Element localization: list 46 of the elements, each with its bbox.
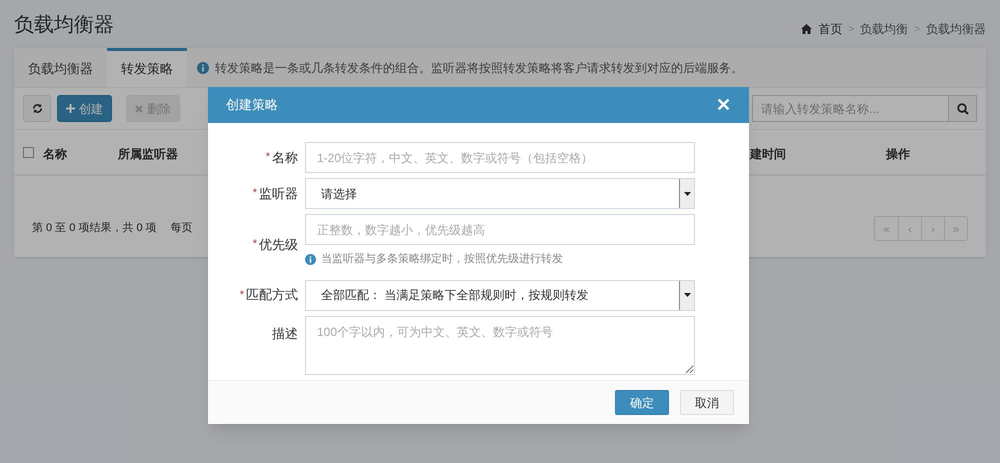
- breadcrumb-link[interactable]: 首页: [818, 20, 842, 38]
- refresh-button[interactable]: [23, 95, 51, 122]
- column-header: 所属监听器: [118, 146, 178, 163]
- tab[interactable]: 转发策略: [107, 48, 187, 87]
- breadcrumb-link[interactable]: 负载均衡: [860, 20, 908, 38]
- select-field[interactable]: 全部匹配： 当满足策略下全部规则时，按规则转发: [305, 280, 695, 310]
- select-field[interactable]: 请选择: [305, 178, 695, 209]
- required-asterisk: *: [252, 237, 257, 252]
- field-label: 优先级: [259, 236, 298, 254]
- close-button[interactable]: ✕: [716, 96, 731, 114]
- column-header: 操作: [886, 146, 910, 163]
- field-label: 监听器: [259, 184, 298, 203]
- info-icon: [305, 254, 316, 265]
- dialog-title: 创建策略: [226, 96, 278, 114]
- column-header: 名称: [43, 146, 67, 163]
- page-title: 负载均衡器: [14, 13, 114, 38]
- field-label: 名称: [272, 148, 298, 167]
- search-field[interactable]: 请输入转发策略名称...: [752, 95, 949, 122]
- breadcrumb-link[interactable]: 负载均衡器: [926, 20, 986, 38]
- search-icon: [956, 102, 968, 114]
- cancel-button[interactable]: 取消: [680, 390, 734, 415]
- refresh-icon: [32, 103, 42, 114]
- page-size-label: 每页: [170, 221, 193, 236]
- tab[interactable]: 负载均衡器: [14, 48, 107, 87]
- description-field[interactable]: 100个字以内，可为中文、英文、数字或符号: [305, 316, 695, 374]
- info-icon: [197, 62, 209, 74]
- create-button[interactable]: 创建: [57, 95, 112, 122]
- results-summary: 第 0 至 0 项结果，共 0 项: [32, 221, 157, 236]
- field-label: 匹配方式: [246, 286, 298, 304]
- field-label: 描述: [272, 324, 298, 342]
- required-asterisk: *: [266, 150, 270, 166]
- info-text: 转发策略是一条或几条转发条件的组合。监听器将按照转发策略将客户请求转发到对应的后端服务。: [215, 60, 743, 76]
- breadcrumb-separator: >: [914, 22, 920, 36]
- breadcrumb-separator: >: [848, 22, 854, 36]
- select-all-checkbox[interactable]: [23, 147, 34, 158]
- required-asterisk: *: [240, 288, 244, 303]
- text-field[interactable]: 1-20位字符，中文、英文、数字或符号（包括空格）: [305, 142, 695, 173]
- plus-icon: [66, 104, 75, 113]
- home-icon: [801, 24, 812, 34]
- x-icon: [135, 104, 143, 112]
- confirm-button[interactable]: 确定: [615, 390, 669, 415]
- column-header: 建时间: [750, 146, 786, 163]
- search-button[interactable]: [949, 95, 977, 122]
- required-asterisk: *: [252, 186, 257, 202]
- text-field[interactable]: 正整数，数字越小，优先级越高: [305, 214, 695, 245]
- hint-text: 当监听器与多条策略绑定时，按照优先级进行转发: [321, 252, 563, 267]
